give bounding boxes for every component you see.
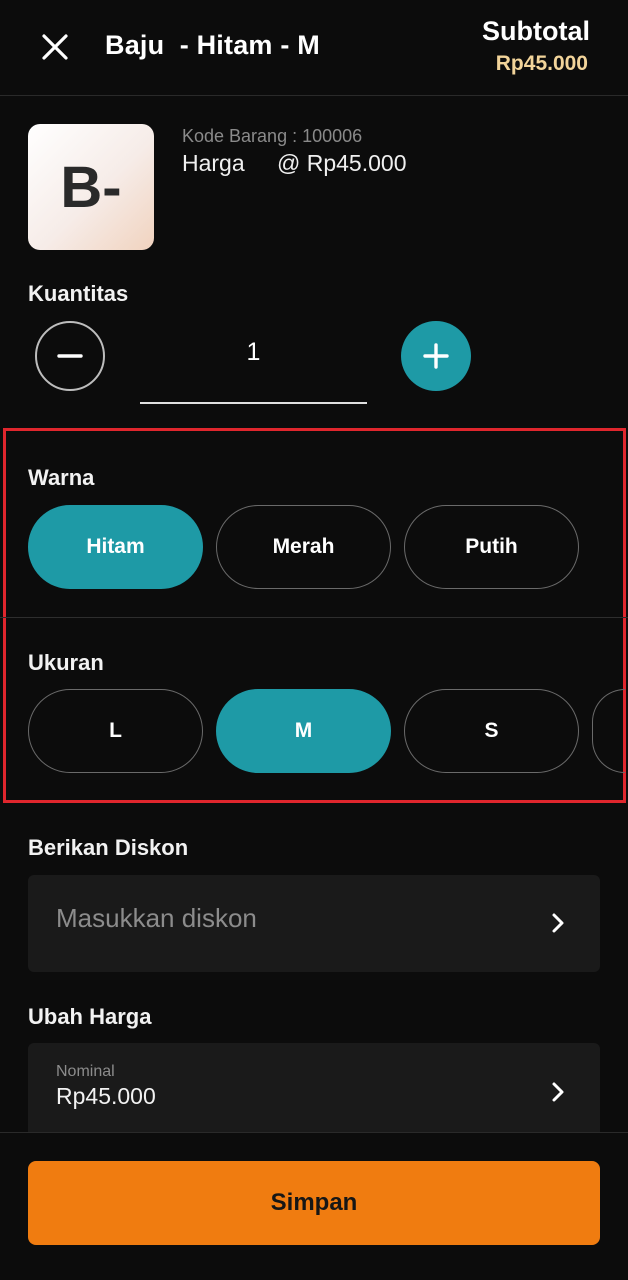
product-thumbnail: B- xyxy=(28,124,154,250)
price-change-label: Ubah Harga xyxy=(28,1004,152,1029)
size-option-l[interactable]: L xyxy=(28,689,203,773)
quantity-increment-button[interactable] xyxy=(401,321,471,391)
nominal-value: Rp45.000 xyxy=(56,1083,156,1109)
save-button[interactable]: Simpan xyxy=(28,1161,600,1245)
discount-placeholder: Masukkan diskon xyxy=(56,903,257,933)
chevron-right-icon xyxy=(552,913,564,933)
color-option-merah[interactable]: Merah xyxy=(216,505,391,589)
header-bar: Baju - Hitam - M Subtotal Rp45.000 xyxy=(0,0,628,96)
color-option-hitam[interactable]: Hitam xyxy=(28,505,203,589)
subtotal-value: Rp45.000 xyxy=(495,52,588,75)
chevron-right-icon xyxy=(552,1082,564,1102)
subtotal-label: Subtotal xyxy=(482,16,590,46)
color-label: Warna xyxy=(28,465,95,490)
nominal-label: Nominal xyxy=(56,1063,115,1080)
size-label: Ukuran xyxy=(28,650,104,675)
close-button[interactable] xyxy=(36,28,74,66)
quantity-input[interactable]: 1 xyxy=(140,330,367,404)
size-option-m[interactable]: M xyxy=(216,689,391,773)
price-change-field[interactable]: Nominal Rp45.000 xyxy=(28,1043,600,1140)
plus-icon xyxy=(423,343,449,369)
page-title: Baju - Hitam - M xyxy=(105,30,320,60)
size-option-s[interactable]: S xyxy=(404,689,579,773)
variant-divider xyxy=(0,617,628,618)
color-option-putih[interactable]: Putih xyxy=(404,505,579,589)
discount-field[interactable]: Masukkan diskon xyxy=(28,875,600,972)
discount-label: Berikan Diskon xyxy=(28,835,189,860)
price-value: @ Rp45.000 xyxy=(277,150,407,176)
close-icon xyxy=(42,34,68,60)
minus-icon xyxy=(57,354,83,358)
quantity-label: Kuantitas xyxy=(28,281,129,306)
quantity-decrement-button[interactable] xyxy=(35,321,105,391)
product-code: Kode Barang : 100006 xyxy=(182,126,363,146)
price-label: Harga xyxy=(182,150,245,176)
